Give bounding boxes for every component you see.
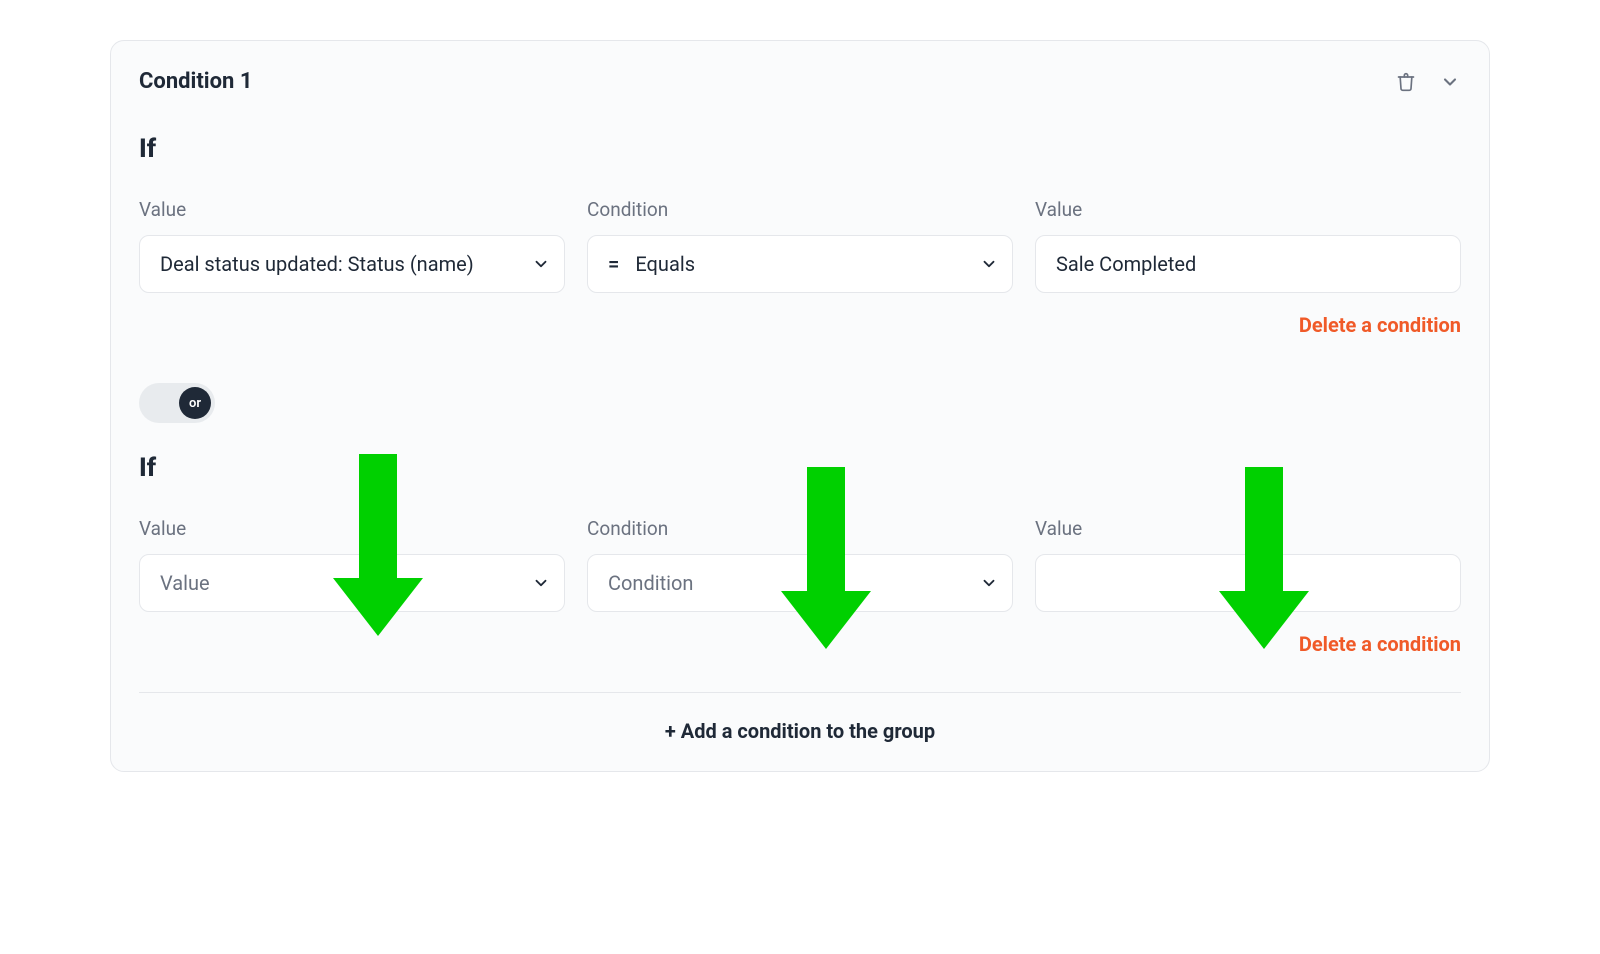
value-match-text: Sale Completed: [1056, 252, 1196, 276]
condition-row-2: Value Value Condition Condition Value: [139, 517, 1461, 612]
col-value-match-1: Value Sale Completed: [1035, 198, 1461, 293]
chevron-down-icon: [980, 574, 998, 592]
toggle-thumb: or: [179, 387, 211, 419]
delete-condition-link[interactable]: Delete a condition: [1299, 313, 1461, 337]
logic-toggle-wrap: or: [139, 383, 1461, 423]
condition-placeholder: Condition: [608, 571, 693, 595]
condition-card: Condition 1 If Value Deal status updated…: [110, 40, 1490, 772]
value-label: Value: [139, 517, 565, 540]
value-match-input-1[interactable]: Sale Completed: [1035, 235, 1461, 293]
condition-op-symbol: =: [608, 252, 619, 276]
add-condition-button[interactable]: + Add a condition to the group: [139, 715, 1461, 747]
value-field-select-2[interactable]: Value: [139, 554, 565, 612]
col-value-1: Value Deal status updated: Status (name): [139, 198, 565, 293]
value-match-input-2[interactable]: [1035, 554, 1461, 612]
trash-icon[interactable]: [1395, 71, 1417, 93]
value-field-placeholder: Value: [160, 571, 210, 595]
chevron-down-icon: [980, 255, 998, 273]
condition-label: Condition: [587, 517, 1013, 540]
card-header: Condition 1: [139, 69, 1461, 94]
card-title: Condition 1: [139, 69, 252, 94]
toggle-label: or: [189, 396, 201, 411]
col-value-match-2: Value: [1035, 517, 1461, 612]
chevron-down-icon[interactable]: [1439, 71, 1461, 93]
value-label: Value: [139, 198, 565, 221]
condition-label: Condition: [587, 198, 1013, 221]
if-heading-1: If: [139, 134, 1461, 164]
divider: [139, 692, 1461, 693]
col-value-2: Value Value: [139, 517, 565, 612]
value-label: Value: [1035, 517, 1461, 540]
delete-condition-link[interactable]: Delete a condition: [1299, 632, 1461, 656]
chevron-down-icon: [532, 255, 550, 273]
condition-op-select-1[interactable]: = Equals: [587, 235, 1013, 293]
condition-op-select-2[interactable]: Condition: [587, 554, 1013, 612]
and-or-toggle[interactable]: or: [139, 383, 215, 423]
if-heading-2: If: [139, 453, 1461, 483]
chevron-down-icon: [532, 574, 550, 592]
card-actions: [1395, 71, 1461, 93]
value-label: Value: [1035, 198, 1461, 221]
value-field-select-1[interactable]: Deal status updated: Status (name): [139, 235, 565, 293]
value-field-text: Deal status updated: Status (name): [160, 252, 474, 276]
delete-row-1: Delete a condition: [139, 313, 1461, 337]
condition-op-text: Equals: [635, 252, 695, 276]
col-condition-2: Condition Condition: [587, 517, 1013, 612]
col-condition-1: Condition = Equals: [587, 198, 1013, 293]
condition-row-1: Value Deal status updated: Status (name)…: [139, 198, 1461, 293]
delete-row-2: Delete a condition: [139, 632, 1461, 656]
